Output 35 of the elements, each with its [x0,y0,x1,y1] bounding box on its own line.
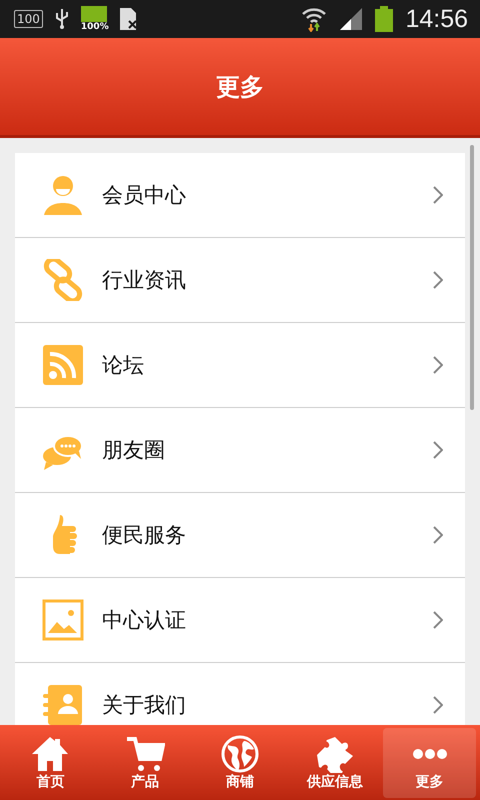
menu-item[interactable]: 行业资讯 [15,238,465,323]
tab[interactable]: 首页 [4,728,97,798]
notification-count: 100 [14,10,43,28]
chevron-icon [433,186,443,204]
chevron-icon [433,441,443,459]
tab[interactable]: 商铺 [194,728,286,798]
link-icon [42,259,84,301]
menu-item[interactable]: 朋友圈 [15,408,465,493]
signal-icon [339,7,364,31]
rss-icon [42,344,84,386]
battery-percent: 100% [80,6,107,32]
chevron-icon [433,696,443,714]
person-icon [42,174,84,216]
chevron-icon [433,271,443,289]
tab[interactable]: 供应信息 [288,728,382,798]
tab[interactable]: 更多 [383,728,476,798]
page-title: 更多 [216,72,264,102]
menu-item[interactable]: 会员中心 [15,153,465,238]
menu-item[interactable]: 论坛 [15,323,465,408]
tab[interactable]: 产品 [98,728,192,798]
chevron-icon [433,356,443,374]
chevron-icon [433,611,443,629]
wifi-icon [301,6,328,32]
menu-item[interactable]: 便民服务 [15,493,465,578]
usb-icon [54,8,69,30]
globe-icon [220,735,260,773]
home-icon [30,735,70,773]
chevron-icon [433,526,443,544]
puzzle-icon [314,735,355,773]
clock: 14:56 [405,4,468,34]
cart-icon [125,735,166,773]
sim-card-icon [118,7,139,31]
battery-icon [375,6,394,32]
menu-item[interactable]: 中心认证 [15,578,465,663]
image-icon [42,599,84,641]
